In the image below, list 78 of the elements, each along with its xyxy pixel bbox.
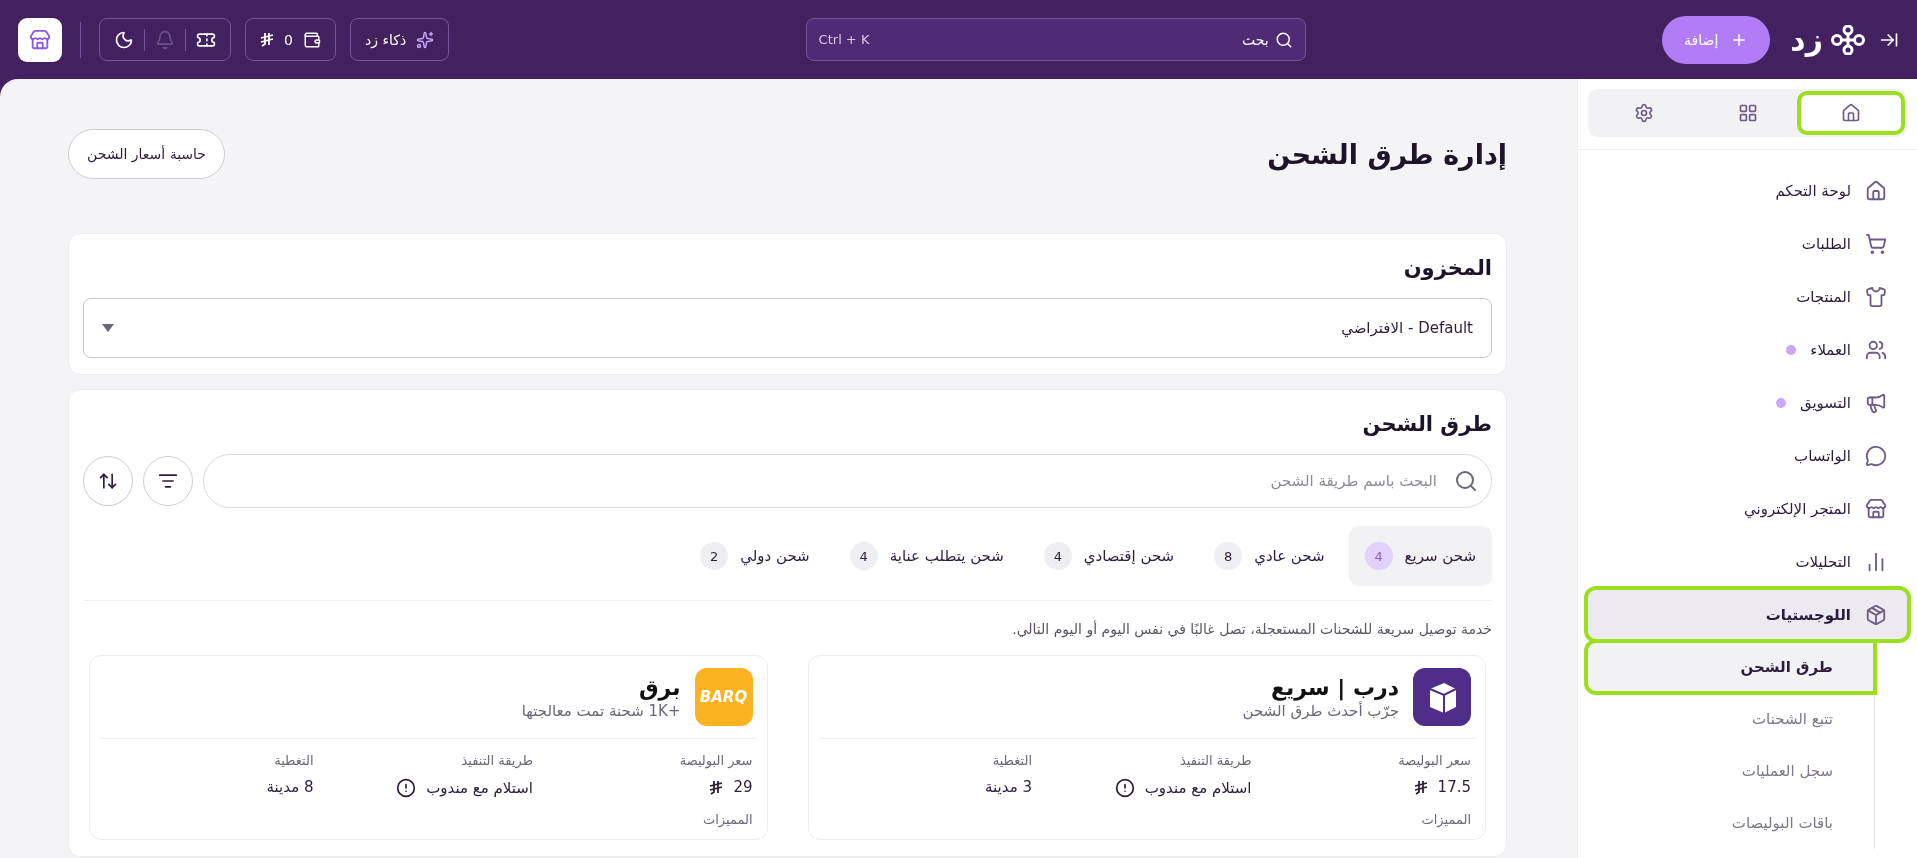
megaphone-icon bbox=[1865, 391, 1887, 414]
chat-icon bbox=[1865, 444, 1887, 467]
sidebar-item[interactable]: الطلبات bbox=[1586, 217, 1909, 270]
sidebar-item[interactable]: العملاء bbox=[1586, 323, 1909, 376]
logo-text: زد bbox=[1790, 22, 1823, 57]
sidebar-subitem[interactable]: باقات البوليصات bbox=[1586, 797, 1875, 849]
brand-logo bbox=[1413, 668, 1471, 726]
riyal-icon bbox=[260, 32, 274, 47]
sidebar-item[interactable]: المتجر الإلكتروني bbox=[1586, 482, 1909, 535]
field-label: طريقة التنفيذ bbox=[1179, 753, 1252, 768]
sparkles-icon bbox=[416, 30, 435, 49]
field-label: سعر البوليصة bbox=[679, 753, 753, 768]
method-name: برق bbox=[637, 674, 681, 700]
riyal-icon bbox=[1413, 779, 1428, 795]
description-text: خدمة توصيل سريعة للشحنات المستعجلة، تصل غالبًا في نفس اليوم أو اليوم التالي. bbox=[1011, 621, 1492, 637]
count-badge: 4 bbox=[849, 542, 878, 570]
alert-icon bbox=[1114, 778, 1135, 798]
cart-icon bbox=[1865, 232, 1887, 255]
field-value: استلام مع مندوب bbox=[1114, 778, 1252, 798]
calculator-button[interactable]: حاسبة أسعار الشحن bbox=[68, 129, 226, 179]
method-name: درب | سريع bbox=[1269, 674, 1399, 700]
search-field[interactable]: البحث باسم طريقة الشحن bbox=[203, 454, 1492, 508]
sidebar-subitem[interactable]: سجل العمليات bbox=[1586, 745, 1875, 797]
home-icon bbox=[1841, 103, 1862, 123]
sort-icon bbox=[98, 471, 118, 491]
sidebar-subitem[interactable]: طرق الشحن bbox=[1586, 641, 1875, 693]
count-badge: 8 bbox=[1214, 542, 1243, 570]
method-subtitle: جرّب أحدث طرق الشحن bbox=[1242, 701, 1399, 720]
moon-icon[interactable] bbox=[114, 29, 134, 50]
features-label: المميزات bbox=[701, 811, 754, 827]
users-icon bbox=[1865, 338, 1887, 361]
store-icon bbox=[29, 28, 51, 51]
apps-icon bbox=[1737, 103, 1758, 123]
sidebar-subitem[interactable]: تتبع الشحنات bbox=[1586, 693, 1875, 745]
field-value: 3 مدينة bbox=[985, 778, 1032, 796]
filter-button[interactable] bbox=[143, 456, 193, 506]
home-icon bbox=[1865, 179, 1887, 202]
box-icon bbox=[1865, 603, 1887, 626]
section-title: المخزون bbox=[1402, 256, 1492, 280]
field-value: 29 bbox=[709, 778, 753, 796]
wallet-button[interactable]: 0 bbox=[245, 18, 336, 61]
brand-logo: BARQ bbox=[694, 668, 753, 726]
sidebar-item[interactable]: لوحة التحكم bbox=[1586, 164, 1909, 217]
wallet-icon bbox=[302, 30, 321, 49]
riyal-icon bbox=[709, 779, 724, 795]
count-badge: 4 bbox=[1364, 542, 1393, 570]
sidebar-tab[interactable] bbox=[1799, 93, 1903, 133]
filter-icon bbox=[158, 471, 178, 491]
sort-button[interactable] bbox=[83, 456, 133, 506]
store-icon bbox=[1865, 497, 1887, 520]
warehouse-select[interactable]: Default - الافتراضي bbox=[83, 298, 1492, 358]
sidebar-item[interactable]: اللوجستيات bbox=[1586, 588, 1909, 641]
features-label: المميزات bbox=[1420, 811, 1472, 827]
store-button[interactable] bbox=[18, 17, 62, 62]
field-label: التغطية bbox=[274, 753, 314, 768]
page-title: إدارة طرق الشحن bbox=[1267, 138, 1507, 170]
field-value: استلام مع مندوب bbox=[396, 778, 533, 798]
ai-button[interactable]: ذكاء زد bbox=[349, 18, 450, 61]
sidebar-item[interactable]: المنتجات bbox=[1586, 270, 1909, 323]
count-badge: 2 bbox=[700, 542, 729, 570]
method-subtitle: +1K شحنة تمت معالجتها bbox=[521, 701, 681, 720]
alert-icon bbox=[396, 778, 417, 798]
caret-icon bbox=[102, 324, 114, 332]
search-icon bbox=[1454, 469, 1478, 493]
field-label: طريقة التنفيذ bbox=[461, 753, 533, 768]
knot-logo-icon bbox=[1831, 24, 1865, 55]
shirt-icon bbox=[1865, 285, 1887, 308]
field-value: 17.5 bbox=[1413, 778, 1471, 796]
field-value: 8 مدينة bbox=[266, 778, 314, 796]
field-label: التغطية bbox=[992, 753, 1032, 768]
search-icon bbox=[1274, 30, 1293, 49]
settings-icon bbox=[1633, 103, 1654, 123]
count-badge: 4 bbox=[1043, 542, 1072, 570]
sidebar-item[interactable]: التحليلات bbox=[1586, 535, 1909, 588]
sidebar-item[interactable]: التسويق bbox=[1586, 376, 1909, 429]
section-title: طرق الشحن bbox=[1361, 412, 1492, 436]
field-label: سعر البوليصة bbox=[1398, 753, 1471, 768]
sidebar-item[interactable]: الواتساب bbox=[1586, 429, 1909, 482]
